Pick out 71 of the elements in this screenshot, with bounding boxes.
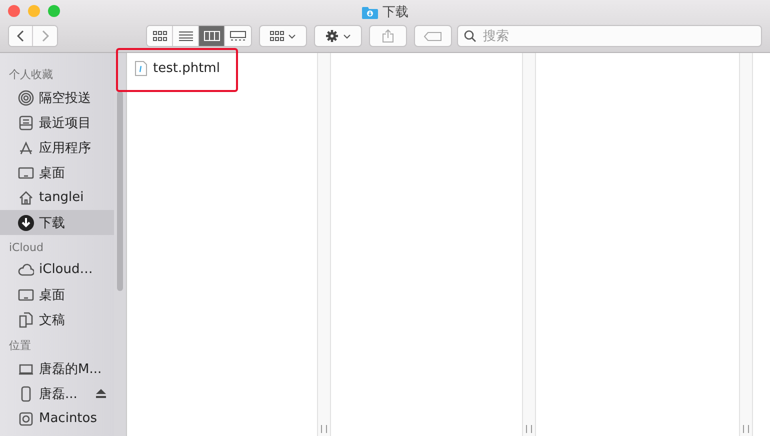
tag-icon — [424, 32, 442, 40]
documents-icon — [18, 312, 34, 328]
scrollbar-thumb[interactable] — [117, 91, 123, 291]
sidebar-item[interactable]: 文稿 — [0, 307, 114, 332]
tray-icon — [18, 114, 34, 130]
sidebar-item[interactable]: Macintos — [0, 406, 114, 431]
sidebar-item-label: 桌面 — [39, 164, 66, 182]
list-icon — [178, 31, 192, 41]
sidebar-item-label: 桌面 — [39, 286, 66, 304]
compass-icon — [18, 140, 34, 156]
screen-icon — [18, 164, 34, 180]
file-name: test.phtml — [153, 60, 220, 76]
sidebar-item[interactable]: 应用程序 — [0, 135, 114, 160]
resize-grip-icon[interactable] — [526, 425, 532, 433]
sidebar-item-label: tanglei — [39, 190, 85, 205]
sidebar-item[interactable]: tanglei — [0, 185, 114, 210]
search-input[interactable]: 搜索 — [481, 28, 761, 44]
share-icon — [382, 29, 394, 43]
sidebar-item[interactable]: 唐磊的M... — [0, 356, 114, 381]
gear-icon — [325, 29, 339, 43]
eject-icon[interactable] — [96, 389, 106, 398]
sidebar-item-label: 唐磊... — [39, 386, 78, 402]
zoom-button[interactable] — [48, 5, 60, 17]
sidebar-item[interactable]: 唐磊... — [0, 381, 114, 406]
resize-grip-icon[interactable] — [743, 425, 749, 433]
action-button[interactable] — [314, 25, 362, 47]
grid-icon — [270, 31, 284, 41]
back-button[interactable] — [9, 26, 33, 46]
search-icon — [464, 30, 476, 42]
tag-button[interactable] — [414, 25, 452, 47]
search-field[interactable]: 搜索 — [457, 25, 762, 47]
section-title: 位置 — [8, 338, 32, 354]
sidebar-item[interactable]: 隔空投送 — [0, 85, 114, 110]
sidebar-item-label: 最近项目 — [39, 114, 92, 132]
chevron-left-icon — [16, 30, 24, 42]
grid-icon — [152, 31, 166, 41]
document-icon — [135, 60, 147, 76]
sidebar-item-label: 文稿 — [39, 312, 66, 328]
close-button[interactable] — [8, 5, 20, 17]
section-title: iCloud — [8, 240, 44, 256]
sidebar-item-label: iCloud… — [39, 262, 94, 277]
icon-view-button[interactable] — [147, 26, 173, 46]
section-title: 个人收藏 — [8, 67, 54, 83]
columns-icon — [204, 31, 220, 41]
chevron-right-icon — [41, 30, 49, 42]
caret-icon — [343, 34, 351, 38]
sidebar-item[interactable]: 桌面 — [0, 160, 114, 185]
download-icon — [18, 214, 34, 230]
sidebar-item-label: 唐磊的M... — [39, 360, 103, 378]
sidebar-item[interactable]: iCloud… — [0, 257, 114, 282]
house-icon — [18, 190, 34, 206]
sidebar-item[interactable]: 桌面 — [0, 282, 114, 307]
cloud-icon — [18, 262, 34, 278]
sidebar-item-label: 应用程序 — [39, 140, 92, 156]
screen-icon — [18, 286, 34, 302]
column-view-button[interactable] — [199, 26, 225, 46]
window-title: 下载 — [382, 4, 408, 21]
group-button[interactable] — [259, 25, 307, 47]
radar-icon — [18, 90, 34, 106]
sidebar-item-label: 下载 — [39, 214, 66, 232]
sidebar-item[interactable]: 下载 — [0, 210, 114, 235]
folder-icon — [362, 6, 378, 18]
sidebar-item-label: Macintos — [39, 411, 98, 426]
resize-grip-icon[interactable] — [321, 425, 327, 433]
share-button[interactable] — [369, 25, 407, 47]
file-item[interactable]: test.phtml — [127, 59, 317, 77]
minimize-button[interactable] — [28, 5, 40, 17]
sidebar-item-label: 隔空投送 — [39, 90, 92, 106]
caret-icon — [288, 34, 296, 38]
gallery-icon — [230, 31, 246, 41]
sidebar-item[interactable]: 最近项目 — [0, 110, 114, 135]
